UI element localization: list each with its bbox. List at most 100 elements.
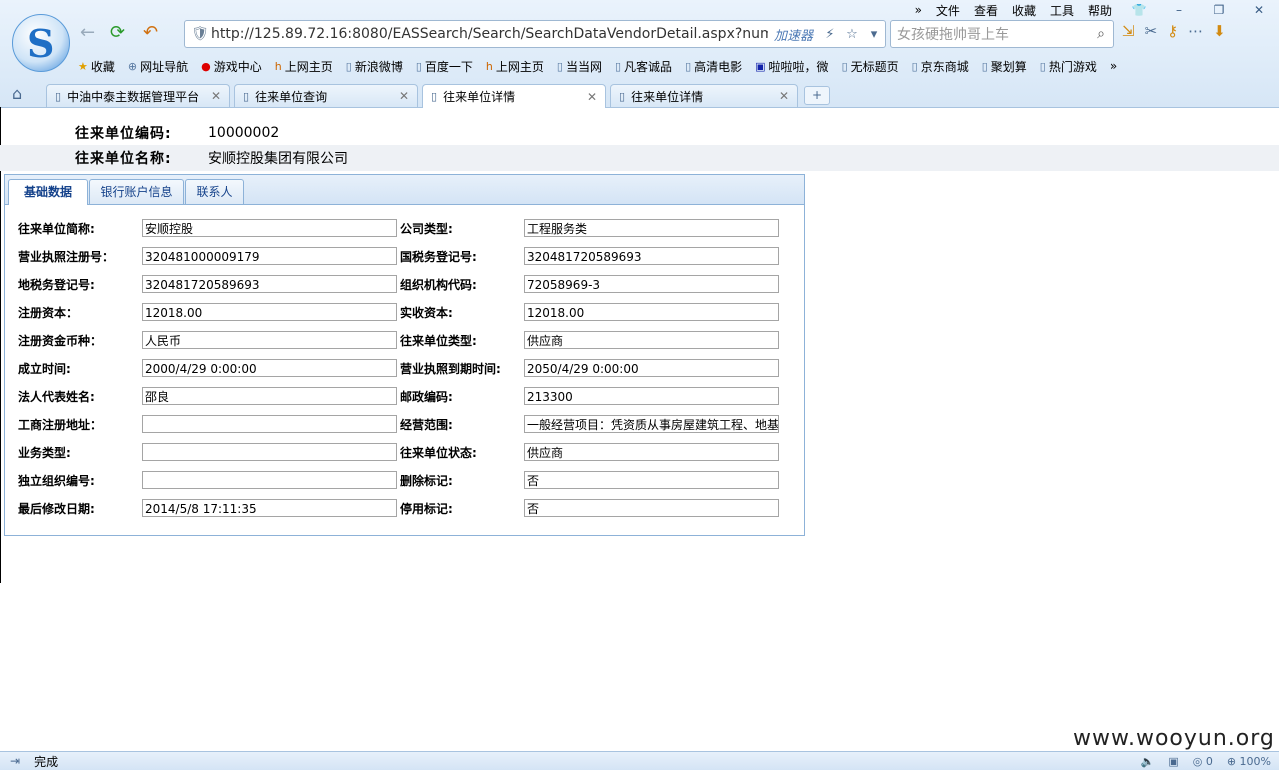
field-label: 经营范围:	[400, 418, 453, 432]
address-url[interactable]: http://125.89.72.16:8080/EASSearch/Searc…	[211, 26, 768, 42]
scissors-icon[interactable]: ✂	[1145, 22, 1158, 40]
back-icon[interactable]: ←	[80, 22, 95, 43]
field-input[interactable]	[142, 443, 397, 461]
tab-vendor-query[interactable]: ▯ 往来单位查询 ✕	[234, 84, 418, 107]
bookmark-item[interactable]: ▯ 京东商城	[912, 58, 969, 75]
key-icon[interactable]: ⚷	[1167, 22, 1178, 40]
field-label: 成立时间:	[18, 362, 71, 376]
field-input[interactable]: 工程服务类	[524, 219, 779, 237]
restore-icon[interactable]: ❐	[1199, 3, 1239, 17]
bookmark-item[interactable]: ▯ 凡客诚品	[615, 58, 672, 75]
bookmark-item[interactable]: ▯ 聚划算	[982, 58, 1027, 75]
tab-vendor-detail-active[interactable]: ▯ 往来单位详情 ✕	[422, 84, 606, 108]
accelerator-label[interactable]: 加速器	[774, 25, 813, 44]
field-label: 删除标记:	[400, 474, 453, 488]
close-icon[interactable]: ✕	[1239, 3, 1279, 17]
close-tab-icon[interactable]: ✕	[587, 90, 597, 104]
star-icon[interactable]: ☆	[841, 27, 863, 42]
bookmark-item[interactable]: ▯ 热门游戏	[1040, 58, 1097, 75]
search-icon[interactable]: ⌕	[1089, 26, 1113, 42]
vendor-code-row: 往来单位编码: 10000002	[0, 120, 1279, 146]
bookmark-item[interactable]: ▯ 高清电影	[685, 58, 742, 75]
search-box[interactable]: 女孩硬拖帅哥上车 ⌕	[890, 20, 1114, 48]
field-input[interactable]: 否	[524, 471, 779, 489]
sidebar-icon[interactable]: ⇲	[1122, 22, 1135, 40]
lightning-icon[interactable]: ⚡	[819, 27, 841, 42]
field-input[interactable]: 12018.00	[524, 303, 779, 321]
download-icon[interactable]: ⬇	[1213, 22, 1226, 40]
tab-basic-data[interactable]: 基础数据	[8, 179, 88, 205]
bookmark-item[interactable]: ⊕ 网址导航	[128, 58, 188, 75]
tab-bank-account[interactable]: 银行账户信息	[89, 179, 184, 204]
tab-platform[interactable]: ▯ 中油中泰主数据管理平台 ✕	[46, 84, 230, 107]
browser-logo[interactable]: S	[12, 14, 70, 72]
field-input[interactable]: 否	[524, 499, 779, 517]
field-row: 法人代表姓名: 邵良 邮政编码: 213300	[5, 387, 804, 407]
field-input[interactable]	[142, 415, 397, 433]
field-input[interactable]: 320481720589693	[142, 275, 397, 293]
undo-icon[interactable]: ↶	[143, 22, 158, 43]
counter-badge[interactable]: ◎ 0	[1193, 755, 1213, 768]
bookmark-item[interactable]: ▯ 百度一下	[416, 58, 473, 75]
field-label: 独立组织编号:	[18, 474, 95, 488]
panel-tab-strip: 基础数据 银行账户信息 联系人	[5, 175, 804, 205]
field-input[interactable]: 213300	[524, 387, 779, 405]
vendor-name-row: 往来单位名称: 安顺控股集团有限公司	[0, 145, 1279, 171]
menu-expand-icon[interactable]: »	[908, 3, 929, 17]
field-input[interactable]: 一般经营项目：凭资质从事房屋建筑工程、地基	[524, 415, 779, 433]
status-toggle-icon[interactable]: ⇥	[10, 754, 20, 768]
tab-contacts[interactable]: 联系人	[185, 179, 244, 204]
page-icon: ▯	[243, 89, 250, 103]
address-bar[interactable]: 🛡 http://125.89.72.16:8080/EASSearch/Sea…	[184, 20, 886, 48]
bookmark-item[interactable]: ▯ 无标题页	[842, 58, 899, 75]
field-input[interactable]: 2014/5/8 17:11:35	[142, 499, 397, 517]
bookmark-item[interactable]: ▣ 啦啦啦，微	[755, 58, 828, 75]
field-input[interactable]: 安顺控股	[142, 219, 397, 237]
bookmark-item[interactable]: ★ 收藏	[78, 58, 115, 75]
field-input[interactable]: 320481000009179	[142, 247, 397, 265]
bookmark-item[interactable]: ● 游戏中心	[201, 58, 262, 75]
field-input[interactable]: 邵良	[142, 387, 397, 405]
menu-help[interactable]: 帮助	[1081, 2, 1119, 19]
menu-file[interactable]: 文件	[929, 2, 967, 19]
dropdown-icon[interactable]: ▾	[863, 27, 885, 42]
bookmark-item[interactable]: h 上网主页	[275, 58, 333, 75]
new-tab-button[interactable]: +	[804, 86, 830, 105]
volume-icon[interactable]: 🔈	[1141, 755, 1155, 768]
menu-tools[interactable]: 工具	[1043, 2, 1081, 19]
more-icon[interactable]: ⋯	[1188, 22, 1203, 40]
status-right: 🔈 ▣ ◎ 0 ⊕ 100%	[1141, 755, 1271, 768]
field-input[interactable]: 供应商	[524, 331, 779, 349]
tab-vendor-detail[interactable]: ▯ 往来单位详情 ✕	[610, 84, 798, 107]
refresh-icon[interactable]: ⟳	[110, 22, 125, 43]
minimize-icon[interactable]: –	[1159, 3, 1199, 17]
field-input[interactable]: 320481720589693	[524, 247, 779, 265]
field-input[interactable]	[142, 471, 397, 489]
bookmarks-more-icon[interactable]: »	[1110, 59, 1117, 73]
menu-view[interactable]: 查看	[967, 2, 1005, 19]
field-input[interactable]: 人民币	[142, 331, 397, 349]
close-tab-icon[interactable]: ✕	[779, 89, 789, 103]
home-icon[interactable]: ⌂	[12, 84, 22, 103]
bookmark-item[interactable]: h 上网主页	[486, 58, 544, 75]
close-tab-icon[interactable]: ✕	[211, 89, 221, 103]
field-row: 注册资金币种： 人民币 往来单位类型: 供应商	[5, 331, 804, 351]
field-input[interactable]: 2050/4/29 0:00:00	[524, 359, 779, 377]
zoom-level[interactable]: ⊕ 100%	[1227, 755, 1271, 768]
bookmark-item[interactable]: ▯ 新浪微博	[346, 58, 403, 75]
field-input[interactable]: 供应商	[524, 443, 779, 461]
bookmark-item[interactable]: ▯ 当当网	[557, 58, 602, 75]
bookmarks-bar: ★ 收藏 ⊕ 网址导航 ● 游戏中心 h 上网主页 ▯ 新浪微博 ▯ 百度一下 h 上网主页 …	[78, 56, 1130, 76]
field-input[interactable]: 12018.00	[142, 303, 397, 321]
field-label: 往来单位简称:	[18, 222, 95, 236]
field-input[interactable]: 72058969-3	[524, 275, 779, 293]
field-label: 往来单位类型:	[400, 334, 477, 348]
skin-icon[interactable]: 👕	[1119, 3, 1159, 17]
screenshot-icon[interactable]: ▣	[1168, 755, 1178, 768]
toolbar-icons: ⇲ ✂ ⚷ ⋯ ⬇	[1122, 22, 1226, 40]
menu-favorites[interactable]: 收藏	[1005, 2, 1043, 19]
field-input[interactable]: 2000/4/29 0:00:00	[142, 359, 397, 377]
page-icon: ▯	[619, 89, 626, 103]
close-tab-icon[interactable]: ✕	[399, 89, 409, 103]
search-input[interactable]: 女孩硬拖帅哥上车	[891, 24, 1089, 44]
